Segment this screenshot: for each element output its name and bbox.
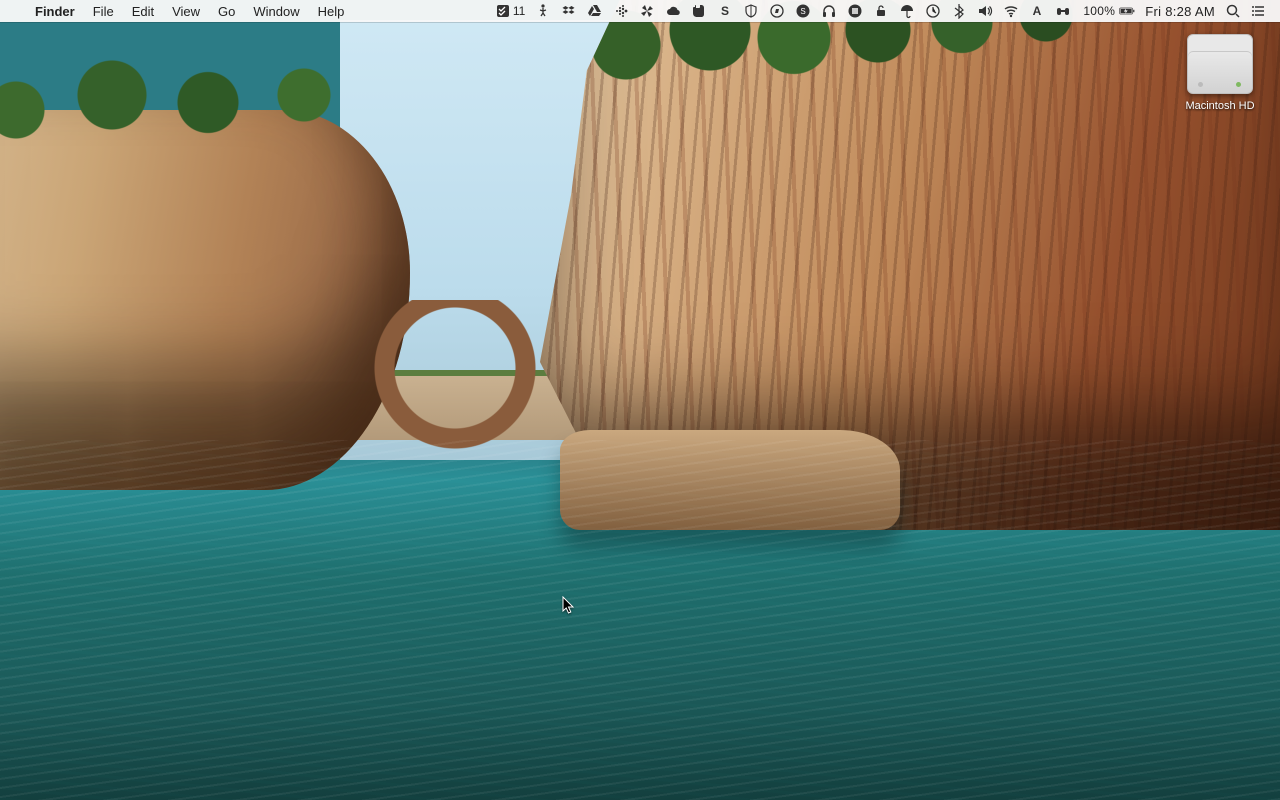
- desktop-drive-icon[interactable]: Macintosh HD: [1178, 34, 1262, 112]
- search-icon: [1225, 3, 1241, 19]
- clock-menuextra[interactable]: Fri 8:28 AM: [1140, 0, 1220, 22]
- menu-bar-left: Finder File Edit View Go Window Help: [8, 0, 353, 22]
- drive-label: Macintosh HD: [1178, 100, 1262, 112]
- s-icon: S: [717, 3, 733, 19]
- menuextra-umbrella[interactable]: [894, 0, 920, 22]
- menuextra-icon-1[interactable]: [530, 0, 556, 22]
- lock-open-icon: [873, 3, 889, 19]
- menu-view-label: View: [172, 4, 200, 19]
- googledrive-menuextra[interactable]: [582, 0, 608, 22]
- letter-a-icon: A: [1029, 3, 1045, 19]
- todoist-menuextra[interactable]: 11: [490, 0, 530, 22]
- menuextra-lock[interactable]: [868, 0, 894, 22]
- svg-text:S: S: [801, 7, 806, 16]
- svg-text:S: S: [721, 4, 729, 18]
- clock-icon: [925, 3, 941, 19]
- menu-edit[interactable]: Edit: [123, 0, 163, 22]
- volume-icon: [977, 3, 993, 19]
- menu-window[interactable]: Window: [244, 0, 308, 22]
- menuextra-compass[interactable]: [764, 0, 790, 22]
- pinwheel-icon: [639, 3, 655, 19]
- menuextra-bars[interactable]: [842, 0, 868, 22]
- todoist-icon: [495, 3, 511, 19]
- notification-center-menuextra[interactable]: [1246, 0, 1272, 22]
- evernote-menuextra[interactable]: [686, 0, 712, 22]
- binoculars-icon: [1055, 3, 1071, 19]
- bars-icon: [847, 3, 863, 19]
- app-name-menu[interactable]: Finder: [26, 0, 84, 22]
- svg-text:A: A: [1033, 4, 1042, 18]
- bluetooth-menuextra[interactable]: [946, 0, 972, 22]
- menu-bar: Finder File Edit View Go Window Help 11 …: [0, 0, 1280, 22]
- menuextra-s[interactable]: S: [712, 0, 738, 22]
- spotlight-menuextra[interactable]: [1220, 0, 1246, 22]
- battery-icon: [1119, 3, 1135, 19]
- menuextra-binoculars[interactable]: [1050, 0, 1076, 22]
- menuextra-headphones[interactable]: [816, 0, 842, 22]
- menu-bar-right: 11 S S A 100% Fri 8:28 AM: [490, 0, 1272, 22]
- menu-go[interactable]: Go: [209, 0, 244, 22]
- menuextra-A[interactable]: A: [1024, 0, 1050, 22]
- evernote-icon: [691, 3, 707, 19]
- menu-file[interactable]: File: [84, 0, 123, 22]
- umbrella-icon: [899, 3, 915, 19]
- menuextra-icon-3[interactable]: [660, 0, 686, 22]
- menuextra-shield[interactable]: [738, 0, 764, 22]
- menu-help[interactable]: Help: [309, 0, 354, 22]
- battery-percentage: 100%: [1081, 4, 1115, 18]
- menu-go-label: Go: [218, 4, 235, 19]
- headphones-icon: [821, 3, 837, 19]
- todoist-count: 11: [511, 4, 525, 18]
- mouse-cursor: [562, 596, 576, 616]
- app-name-label: Finder: [35, 4, 75, 19]
- wallpaper-water: [0, 440, 1280, 800]
- bluetooth-icon: [951, 3, 967, 19]
- stickfigure-icon: [535, 3, 551, 19]
- clock-text: Fri 8:28 AM: [1145, 4, 1215, 19]
- battery-menuextra[interactable]: 100%: [1076, 0, 1140, 22]
- menu-help-label: Help: [318, 4, 345, 19]
- wifi-menuextra[interactable]: [998, 0, 1024, 22]
- wallpaper-left-cliff: [0, 110, 410, 490]
- volume-menuextra[interactable]: [972, 0, 998, 22]
- hard-drive-icon: [1187, 34, 1253, 94]
- wifi-icon: [1003, 3, 1019, 19]
- fitbit-icon: [613, 3, 629, 19]
- dropbox-menuextra[interactable]: [556, 0, 582, 22]
- cloud-icon: [665, 3, 681, 19]
- menu-edit-label: Edit: [132, 4, 154, 19]
- menu-file-label: File: [93, 4, 114, 19]
- compass-icon: [769, 3, 785, 19]
- dropbox-icon: [561, 3, 577, 19]
- fitbit-menuextra[interactable]: [608, 0, 634, 22]
- menu-window-label: Window: [253, 4, 299, 19]
- desktop-wallpaper[interactable]: [0, 0, 1280, 800]
- menu-view[interactable]: View: [163, 0, 209, 22]
- googledrive-icon: [587, 3, 603, 19]
- list-icon: [1251, 3, 1267, 19]
- shield-icon: [743, 3, 759, 19]
- menuextra-icon-2[interactable]: [634, 0, 660, 22]
- menuextra-clock[interactable]: [920, 0, 946, 22]
- apple-menu[interactable]: [8, 0, 26, 22]
- circle-s-icon: S: [795, 3, 811, 19]
- menuextra-circle-s[interactable]: S: [790, 0, 816, 22]
